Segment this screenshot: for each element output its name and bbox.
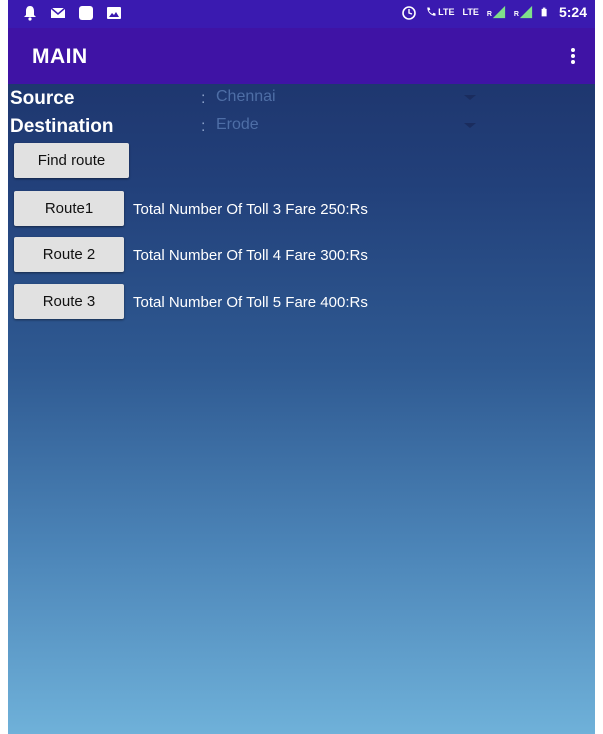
signal-strength-1: R (487, 4, 506, 20)
alarm-icon (402, 6, 416, 20)
source-label: Source (10, 88, 75, 109)
signal-icon (492, 5, 506, 19)
app-title: MAIN (32, 45, 88, 68)
route-1-button[interactable]: Route1 (14, 191, 124, 226)
volte-label: LTE (438, 7, 455, 17)
route-3-button[interactable]: Route 3 (14, 284, 124, 319)
source-value: Chennai (216, 88, 276, 105)
destination-spinner[interactable]: : Erode (196, 114, 486, 138)
destination-value: Erode (216, 116, 259, 133)
lte-label: LTE (462, 7, 479, 17)
image-icon (107, 7, 121, 19)
overflow-menu-icon[interactable] (561, 42, 585, 70)
battery-icon (541, 7, 547, 17)
route-2-info: Total Number Of Toll 4 Fare 300:Rs (133, 247, 368, 264)
route-2-button[interactable]: Route 2 (14, 237, 124, 272)
status-bar: LTE LTE R R 5:24 (8, 0, 595, 28)
source-dropdown-arrow-icon (464, 95, 476, 100)
status-time: 5:24 (558, 4, 587, 20)
destination-label: Destination (10, 116, 114, 137)
email-icon (50, 7, 66, 18)
source-spinner[interactable]: : Chennai (196, 86, 486, 110)
route-3-info: Total Number Of Toll 5 Fare 400:Rs (133, 294, 368, 311)
source-colon: : (201, 90, 206, 107)
volte-indicator: LTE (425, 4, 455, 20)
app-bar: MAIN (8, 28, 595, 84)
signal-strength-2: R (514, 4, 533, 20)
app-screen: LTE LTE R R 5:24 MAIN Source: Chennai D… (8, 0, 595, 734)
notification-bell-icon (24, 6, 36, 21)
square-app-icon (79, 6, 93, 20)
find-route-button[interactable]: Find route (14, 143, 129, 178)
volte-call-icon (427, 7, 436, 16)
route-1-info: Total Number Of Toll 3 Fare 250:Rs (133, 201, 368, 218)
destination-dropdown-arrow-icon (464, 123, 476, 128)
signal-icon-2 (519, 5, 533, 19)
destination-colon: : (201, 118, 206, 135)
